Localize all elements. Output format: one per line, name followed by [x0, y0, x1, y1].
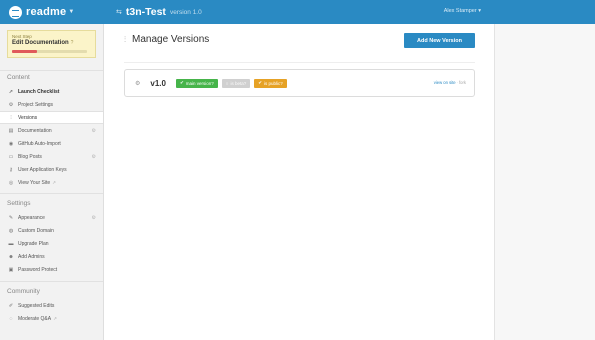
sidebar-item-appearance[interactable]: ✎ Appearance ⚙ — [0, 211, 103, 224]
top-bar: readme ▼ ⇆ t3n-Test version 1.0 Alex Sta… — [0, 0, 595, 24]
brush-icon: ✎ — [8, 214, 14, 221]
version-row: ⚙ v1.0 ✔ main version? ○ is beta? ✔ is publ… — [124, 69, 475, 97]
sidebar-item-label: View Your Site — [18, 179, 51, 186]
blog-icon: ▭ — [8, 153, 14, 160]
brand-name: readme — [26, 6, 67, 18]
external-link-icon: ↗ — [53, 315, 57, 321]
gear-icon[interactable]: ⚙ — [135, 80, 140, 87]
section-heading-community: Community — [7, 288, 40, 295]
sidebar-item-documentation[interactable]: ▤ Documentation ⚙ — [0, 124, 103, 137]
pin-icon: ⇆ — [116, 9, 122, 16]
card-icon: ▬ — [8, 240, 14, 247]
add-new-version-button[interactable]: Add New Version — [404, 33, 475, 48]
sidebar-item-versions[interactable]: ⫶ Versions — [0, 111, 103, 124]
separator: · — [456, 80, 459, 85]
gear-icon[interactable]: ⚙ — [92, 154, 96, 160]
sitemap-icon: ⫶ — [10, 114, 12, 121]
circle-icon: ○ — [225, 80, 229, 86]
next-step-progress — [12, 50, 87, 53]
view-on-site-link[interactable]: view on site — [434, 80, 456, 85]
sidebar-item-user-application-keys[interactable]: ⚷ User Application Keys — [0, 163, 103, 176]
beta-label: is beta? — [230, 80, 247, 86]
sidebar-item-label: Upgrade Plan — [18, 240, 49, 247]
main-version-label: main version? — [185, 80, 214, 86]
chevron-down-icon: ▼ — [68, 9, 75, 15]
sidebar-item-github-auto-import[interactable]: ◉ GitHub Auto-Import — [0, 137, 103, 150]
public-toggle[interactable]: ✔ is public? — [254, 78, 287, 88]
section-heading-content: Content — [7, 74, 30, 81]
eye-icon: ◎ — [8, 179, 14, 186]
sidebar-item-upgrade-plan[interactable]: ▬ Upgrade Plan — [0, 237, 103, 250]
beta-toggle[interactable]: ○ is beta? — [221, 78, 251, 88]
gear-icon[interactable]: ⚙ — [92, 128, 96, 134]
sidebar-item-label: Custom Domain — [18, 227, 54, 234]
sidebar-item-label: Appearance — [18, 214, 45, 221]
sidebar-item-launch-checklist[interactable]: ➚ Launch Checklist — [0, 85, 103, 98]
sidebar-item-label: Suggested Edits — [18, 302, 55, 309]
sidebar-item-blog-posts[interactable]: ▭ Blog Posts ⚙ — [0, 150, 103, 163]
rocket-icon: ➚ — [8, 88, 14, 95]
check-circle-icon: ✔ — [179, 80, 184, 85]
divider — [124, 62, 475, 63]
sidebar-item-label: Versions — [18, 114, 38, 121]
sidebar-item-add-admins[interactable]: ☻ Add Admins — [0, 250, 103, 263]
sidebar-item-label: Add Admins — [18, 253, 45, 260]
sidebar-item-password-protect[interactable]: ▣ Password Protect — [0, 263, 103, 276]
project-version[interactable]: version 1.0 — [170, 9, 202, 16]
sidebar-item-project-settings[interactable]: ⚙ Project Settings — [0, 98, 103, 111]
globe-icon: ◍ — [8, 227, 14, 234]
doc-icon: ▤ — [8, 127, 14, 134]
section-heading-settings: Settings — [7, 200, 31, 207]
gear-icon[interactable]: ⚙ — [92, 215, 96, 221]
help-icon[interactable]: ? — [71, 40, 74, 46]
next-step-title: Edit Documentation — [12, 40, 69, 46]
sidebar: Next Step Edit Documentation? Content ➚ L… — [0, 24, 104, 340]
readme-logo-icon — [9, 5, 22, 19]
divider — [0, 70, 103, 71]
sidebar-item-custom-domain[interactable]: ◍ Custom Domain — [0, 224, 103, 237]
gear-icon: ⚙ — [8, 101, 14, 108]
page-title: Manage Versions — [132, 34, 210, 45]
project-title: t3n-Test — [125, 6, 166, 18]
sidebar-item-label: Moderate Q&A — [18, 315, 52, 322]
divider — [0, 193, 103, 194]
sidebar-item-label: Password Protect — [18, 266, 58, 273]
lock-icon: ▣ — [8, 266, 14, 273]
sidebar-item-moderate-qa[interactable]: ◌ Moderate Q&A ↗ — [0, 312, 103, 325]
sidebar-item-label: User Application Keys — [18, 166, 67, 173]
divider — [0, 281, 103, 282]
external-link-icon: ↗ — [52, 179, 56, 185]
edit-icon: ✐ — [8, 302, 14, 309]
next-step-label: Next Step — [12, 34, 32, 39]
main-content: ⫶ Manage Versions Add New Version ⚙ v1.0… — [104, 24, 495, 340]
key-icon: ⚷ — [9, 166, 13, 173]
fork-link[interactable]: fork — [459, 80, 466, 85]
version-name: v1.0 — [150, 78, 166, 88]
user-name: Alex Stamper — [443, 8, 477, 14]
sitemap-icon: ⫶ — [124, 34, 126, 44]
sidebar-item-suggested-edits[interactable]: ✐ Suggested Edits — [0, 299, 103, 312]
version-links: view on site·fork — [434, 80, 466, 85]
user-menu[interactable]: Alex Stamper ▾ — [444, 8, 481, 14]
sidebar-item-label: Documentation — [18, 127, 52, 134]
next-step-card[interactable]: Next Step Edit Documentation? — [7, 30, 96, 58]
brand-menu[interactable]: readme ▼ — [0, 0, 104, 24]
main-version-toggle[interactable]: ✔ main version? — [175, 78, 218, 88]
chat-icon: ◌ — [9, 315, 13, 322]
project-switcher[interactable]: ⇆ t3n-Test version 1.0 — [116, 6, 202, 18]
sidebar-item-label: Launch Checklist — [18, 88, 60, 95]
check-circle-icon: ✔ — [258, 80, 263, 85]
sidebar-item-label: GitHub Auto-Import — [18, 140, 61, 147]
sidebar-item-view-your-site[interactable]: ◎ View Your Site ↗ — [0, 176, 103, 189]
sidebar-item-label: Blog Posts — [18, 153, 42, 160]
next-step-progress-fill — [12, 50, 37, 53]
sidebar-item-label: Project Settings — [18, 101, 54, 108]
github-icon: ◉ — [8, 140, 14, 147]
page-header: ⫶ Manage Versions — [124, 34, 209, 45]
users-icon: ☻ — [8, 253, 14, 260]
public-label: is public? — [264, 80, 283, 86]
